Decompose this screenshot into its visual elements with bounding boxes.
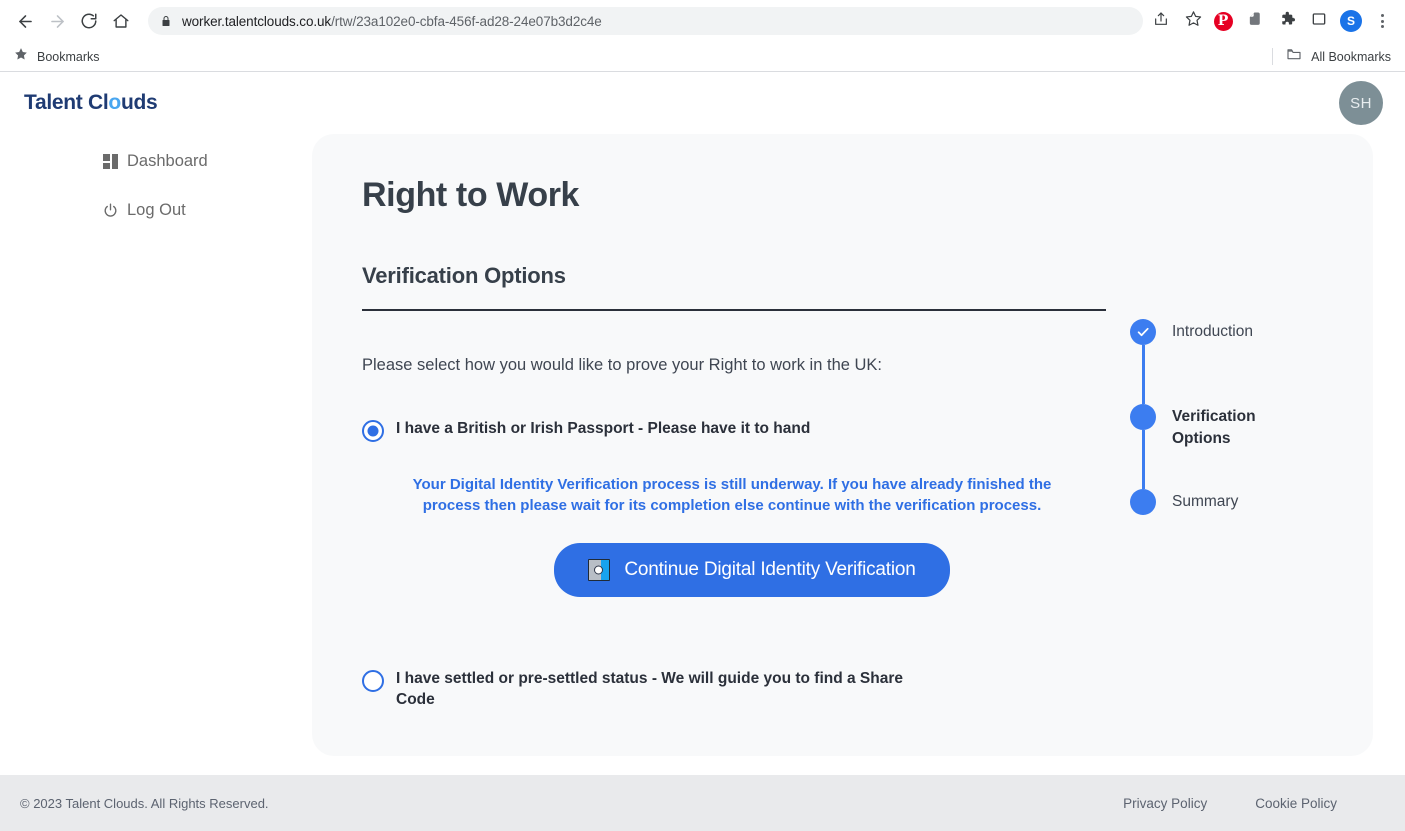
pinterest-extension-button[interactable]: P [1209,7,1237,35]
forward-arrow-icon [48,12,67,31]
home-icon [112,12,130,30]
identity-card-icon [588,558,611,581]
verification-notice: Your Digital Identity Verification proce… [412,476,1052,515]
bookmarks-bar: Bookmarks All Bookmarks [0,42,1405,72]
share-button[interactable] [1147,7,1175,35]
sidebar-item-dashboard[interactable]: Dashboard [0,152,312,171]
step-introduction-label: Introduction [1172,323,1253,340]
address-bar[interactable]: worker.talentclouds.co.uk/rtw/23a102e0-c… [148,7,1143,35]
step-connector-line [1141,430,1145,489]
step-verification-options[interactable]: Verification Options [1130,404,1372,489]
address-bar-url: worker.talentclouds.co.uk/rtw/23a102e0-c… [182,14,602,29]
step-summary-label: Summary [1172,493,1239,510]
back-arrow-icon [16,12,35,31]
grid-icon [101,153,119,171]
sidebar: Dashboard Log Out [0,134,312,220]
card-main: Right to Work Verification Options Pleas… [312,176,1112,756]
step-verification-options-label: Verification Options [1172,408,1256,448]
sidebar-item-logout-label: Log Out [127,201,186,219]
extensions-puzzle-icon [1279,10,1296,32]
footer-links: Privacy Policy Cookie Policy [1123,796,1385,811]
brand-prefix: Talent Cl [24,91,109,114]
brand-accent-letter: o [108,91,121,114]
sidebar-item-dashboard-label: Dashboard [127,152,208,170]
back-button[interactable] [10,6,40,36]
extension-icons: P S [1209,7,1395,35]
progress-stepper: Introduction Verification Options Summar… [1112,176,1372,756]
share-icon [1153,11,1169,32]
browser-profile-avatar[interactable]: S [1340,10,1362,32]
step-summary[interactable]: Summary [1130,489,1372,515]
all-bookmarks-button[interactable]: All Bookmarks [1272,46,1391,67]
step-verification-options-dot [1130,404,1156,430]
all-bookmarks-label: All Bookmarks [1311,49,1391,64]
continue-button-wrapper: Continue Digital Identity Verification [382,542,1122,597]
pinterest-extension-icon: P [1213,11,1233,31]
bookmarks-label: Bookmarks [37,49,100,64]
sidebar-item-logout[interactable]: Log Out [0,201,312,220]
content-card: Right to Work Verification Options Pleas… [312,134,1373,756]
continue-digital-identity-verification-button[interactable]: Continue Digital Identity Verification [554,542,950,597]
option-passport-label: I have a British or Irish Passport - Ple… [396,420,811,437]
continue-button-label: Continue Digital Identity Verification [624,558,916,580]
browser-chrome: worker.talentclouds.co.uk/rtw/23a102e0-c… [0,0,1405,72]
brand-logo[interactable]: Talent Clouds [24,91,158,115]
radio-share-code[interactable] [362,669,384,692]
app-body: Dashboard Log Out Right to Work Verifica… [0,134,1405,775]
privacy-policy-link[interactable]: Privacy Policy [1123,796,1207,811]
evernote-extension-button[interactable] [1241,7,1269,35]
step-summary-dot [1130,489,1156,515]
section-divider [362,309,1106,311]
evernote-extension-icon [1247,10,1264,32]
star-filled-icon [14,47,28,66]
star-outline-icon [1185,10,1202,32]
app-header: Talent Clouds SH [0,72,1405,134]
option-passport[interactable]: I have a British or Irish Passport - Ple… [362,419,1102,442]
page-title: Right to Work [362,176,580,214]
lock-icon [160,15,172,27]
step-introduction-dot [1130,319,1156,345]
option-share-code-label: I have settled or pre-settled status - W… [396,669,904,708]
forward-button[interactable] [42,6,72,36]
power-icon [101,202,119,220]
bookmarks-bar-item[interactable]: Bookmarks [14,47,100,66]
step-connector-line [1141,345,1145,404]
omnibox-actions [1147,7,1207,35]
step-introduction[interactable]: Introduction [1130,319,1372,404]
folder-icon [1286,46,1302,67]
url-host: worker.talentclouds.co.uk [182,13,332,29]
option-share-code[interactable]: I have settled or pre-settled status - W… [362,669,1102,711]
side-panel-icon [1311,11,1327,32]
check-icon [1137,327,1149,337]
application-root: Talent Clouds SH Dashboard Log Out Right… [0,72,1405,831]
url-path: /rtw/23a102e0-cbfa-456f-ad28-24e07b3d2c4… [331,13,602,29]
bookmarks-separator [1272,48,1274,65]
user-avatar[interactable]: SH [1339,81,1383,125]
browser-toolbar: worker.talentclouds.co.uk/rtw/23a102e0-c… [0,0,1405,42]
three-dot-menu-icon[interactable] [1369,8,1395,34]
option-spacer [362,597,1102,669]
footer-copyright: © 2023 Talent Clouds. All Rights Reserve… [20,795,269,811]
side-panel-button[interactable] [1305,7,1333,35]
extensions-button[interactable] [1273,7,1301,35]
home-button[interactable] [106,6,136,36]
app-footer: © 2023 Talent Clouds. All Rights Reserve… [0,775,1405,831]
selection-prompt: Please select how you would like to prov… [362,356,883,374]
section-title: Verification Options [362,263,566,288]
radio-passport[interactable] [362,420,384,442]
reload-icon [80,12,98,30]
reload-button[interactable] [74,6,104,36]
brand-suffix: uds [120,91,158,114]
bookmark-page-button[interactable] [1179,7,1207,35]
cookie-policy-link[interactable]: Cookie Policy [1255,796,1337,811]
